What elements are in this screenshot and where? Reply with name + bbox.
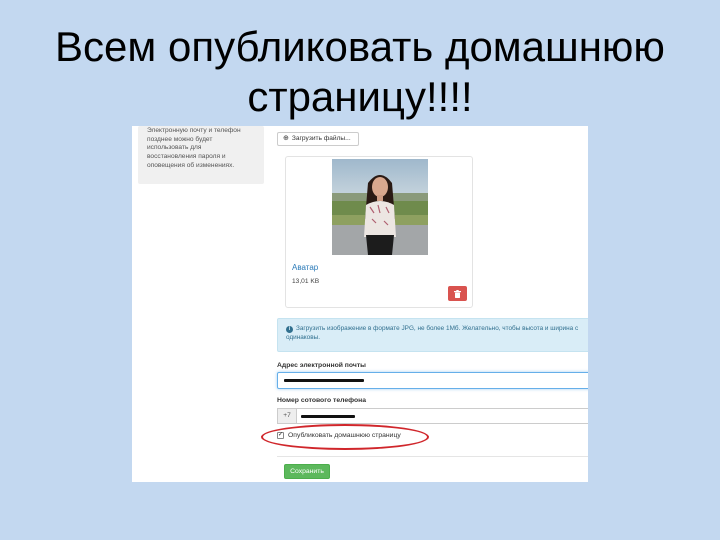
info-alert-line-1: Загрузить изображение в формате JPG, не … <box>296 325 579 332</box>
divider <box>277 456 588 457</box>
upload-files-button[interactable]: ⊕ Загрузить файлы... <box>277 132 359 146</box>
upload-files-label: Загрузить файлы... <box>291 135 351 142</box>
phone-field-group: +7 <box>277 408 588 424</box>
side-note-line: позднее можно будет <box>147 135 213 143</box>
avatar-file-size: 13,01 KB <box>292 278 320 285</box>
email-label: Адрес электронной почты <box>277 362 366 369</box>
slide-title-line-1: Всем опубликовать домашнюю <box>55 23 665 70</box>
avatar-link[interactable]: Аватар <box>292 263 318 272</box>
avatar-photo <box>332 159 428 255</box>
side-note-line: использовать для <box>147 144 202 152</box>
slide-title-line-2: страницу!!!! <box>247 73 473 120</box>
phone-field[interactable] <box>296 408 588 424</box>
phone-prefix: +7 <box>277 408 297 424</box>
upload-icon: ⊕ <box>283 135 289 142</box>
phone-label: Номер сотового телефона <box>277 397 367 404</box>
slide-title: Всем опубликовать домашнюю страницу!!!! <box>0 22 720 122</box>
info-alert-line-2: одинаковы. <box>286 334 320 341</box>
redacted-phone <box>301 415 355 418</box>
side-note: Электронную почту и телефон позднее можн… <box>138 126 264 184</box>
trash-icon <box>454 289 461 298</box>
avatar-photo-image <box>332 159 428 255</box>
info-alert: i Загрузить изображение в формате JPG, не… <box>277 318 588 352</box>
highlight-ellipse <box>261 424 429 450</box>
save-button[interactable]: Сохранить <box>284 464 330 479</box>
side-note-line: восстановления пароля и <box>147 153 226 161</box>
info-icon: i <box>286 326 293 333</box>
redacted-email <box>284 379 364 382</box>
avatar-card: Аватар 13,01 KB <box>285 156 473 308</box>
profile-form-screenshot: Электронную почту и телефон позднее можн… <box>132 126 588 482</box>
email-field[interactable] <box>277 372 588 389</box>
side-note-line: Электронную почту и телефон <box>147 127 241 134</box>
side-note-line: оповещения об изменениях. <box>147 161 235 169</box>
delete-avatar-button[interactable] <box>448 286 467 301</box>
